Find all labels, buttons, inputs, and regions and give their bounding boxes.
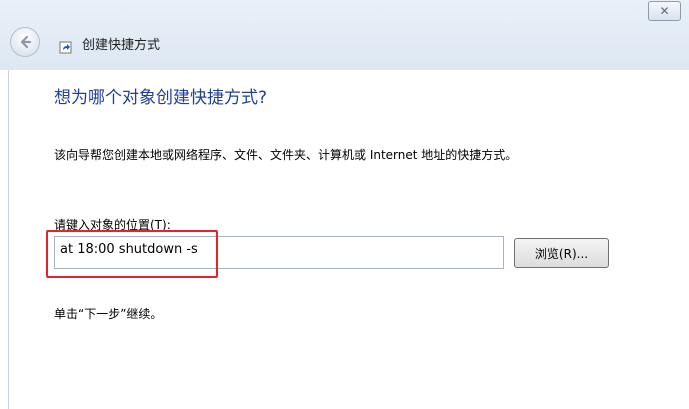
shortcut-icon [59, 41, 72, 54]
close-button[interactable]: ✕ [648, 1, 681, 21]
page-description: 该向导帮您创建本地或网络程序、文件、文件夹、计算机或 Internet 地址的快… [54, 148, 518, 162]
back-arrow-icon [20, 35, 32, 49]
wizard-title: 创建快捷方式 [82, 38, 161, 53]
back-button[interactable] [10, 27, 40, 57]
highlight-box [46, 230, 218, 278]
close-icon[interactable]: ✕ [659, 5, 669, 17]
next-hint: 单击“下一步”继续。 [54, 307, 163, 321]
browse-button[interactable]: 浏览(R)... [514, 238, 609, 268]
title-bar: ✕ 创建快捷方式 [0, 0, 689, 70]
page-heading: 想为哪个对象创建快捷方式? [54, 88, 268, 108]
